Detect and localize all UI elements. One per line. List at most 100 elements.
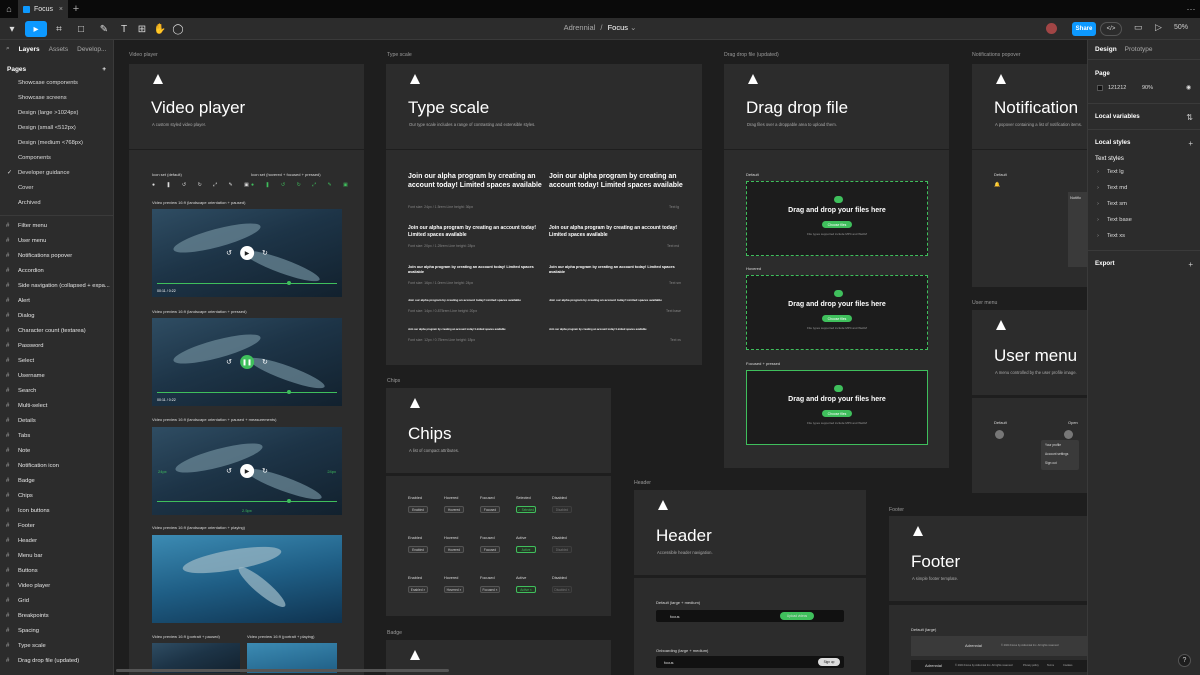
- layer-item[interactable]: # Username: [0, 369, 113, 384]
- layer-item[interactable]: # Header: [0, 534, 113, 549]
- chip[interactable]: Disabled ×: [552, 586, 572, 593]
- chip[interactable]: Focused ×: [480, 586, 500, 593]
- layer-item[interactable]: # Footer: [0, 519, 113, 534]
- layer-item[interactable]: # Details: [0, 414, 113, 429]
- sign-up-button[interactable]: Sign up: [818, 658, 840, 666]
- text-style-item[interactable]: Text md: [1088, 180, 1200, 196]
- layer-item[interactable]: # Badge: [0, 474, 113, 489]
- skip-forward-icon[interactable]: ↻: [262, 249, 268, 257]
- tab-assets[interactable]: Assets: [49, 46, 69, 53]
- frame-tool-icon[interactable]: ⌗: [50, 21, 68, 37]
- color-swatch[interactable]: [1097, 85, 1103, 91]
- drop-zone[interactable]: Drag and drop your files here Choose fil…: [746, 181, 928, 256]
- page-color-row[interactable]: 121212 90% ◉: [1088, 77, 1200, 99]
- layer-item[interactable]: # Video player: [0, 579, 113, 594]
- move-tool-icon[interactable]: ▸: [25, 21, 47, 37]
- footer-link[interactable]: Cookies: [1063, 664, 1072, 667]
- drag-drop-frame[interactable]: Default Drag and drop your files here Ch…: [724, 150, 949, 468]
- bell-icon[interactable]: 🔔: [994, 182, 1000, 188]
- footer-link[interactable]: Privacy policy: [1023, 664, 1039, 667]
- frame-label-user-menu[interactable]: User menu: [972, 300, 997, 306]
- layer-item[interactable]: # Multi-select: [0, 399, 113, 414]
- chip[interactable]: Hovered: [444, 546, 464, 553]
- dev-mode-toggle[interactable]: </>: [1100, 22, 1122, 36]
- layer-item[interactable]: # Character count (textarea): [0, 324, 113, 339]
- home-icon[interactable]: ⌂: [0, 0, 18, 18]
- user-hero-frame[interactable]: User menu A menu controlled by the user …: [972, 310, 1087, 395]
- frame-label-video-player[interactable]: Video player: [129, 52, 158, 58]
- drag-hero-frame[interactable]: Drag drop file Drag files over a droppab…: [724, 64, 949, 149]
- skip-forward-icon[interactable]: ↻: [262, 358, 268, 366]
- video-hero-frame[interactable]: Video player A custom styled video playe…: [129, 64, 364, 149]
- frame-label-drag-drop[interactable]: Drag drop file (updated): [724, 52, 779, 58]
- page-item[interactable]: Showcase screens: [0, 91, 113, 106]
- page-item[interactable]: Archived: [0, 196, 113, 211]
- page-item[interactable]: Components: [0, 151, 113, 166]
- menu-item[interactable]: Account settings: [1045, 452, 1068, 456]
- page-item[interactable]: Design (medium <768px): [0, 136, 113, 151]
- tab-layers[interactable]: Layers: [19, 46, 40, 53]
- page-item[interactable]: ✓ Developer guidance: [0, 166, 113, 181]
- skip-back-icon[interactable]: ↺: [226, 358, 232, 366]
- chip[interactable]: Hovered: [444, 506, 464, 513]
- search-icon[interactable]: ⌕: [6, 45, 10, 53]
- chip[interactable]: Active ×: [516, 586, 536, 593]
- present-icon[interactable]: ▷: [1155, 22, 1162, 33]
- frame-label-badge[interactable]: Badge: [387, 630, 402, 636]
- layer-item[interactable]: # Breakpoints: [0, 609, 113, 624]
- text-style-item[interactable]: Text sm: [1088, 196, 1200, 212]
- frame-label-chips[interactable]: Chips: [387, 378, 400, 384]
- layer-item[interactable]: # Type scale: [0, 639, 113, 654]
- video-preview[interactable]: ↺ ❚❚ ↻ 00:11 / 0:22: [152, 318, 342, 406]
- resources-tool-icon[interactable]: ⊞: [135, 21, 149, 37]
- layer-item[interactable]: # Note: [0, 444, 113, 459]
- header-frame[interactable]: Default (large + medium) focus Upload vi…: [634, 578, 866, 675]
- text-style-item[interactable]: Text xs: [1088, 228, 1200, 244]
- frame-label-footer[interactable]: Footer: [889, 507, 904, 513]
- pause-icon[interactable]: ❚❚: [240, 355, 254, 369]
- drop-zone[interactable]: Drag and drop your files here Choose fil…: [746, 370, 928, 445]
- avatar[interactable]: [995, 430, 1004, 439]
- text-tool-icon[interactable]: T: [117, 21, 131, 37]
- footer-frame[interactable]: Default (large) Adrennial © 2024 Focus b…: [889, 605, 1087, 675]
- layer-item[interactable]: # Alert: [0, 294, 113, 309]
- canvas[interactable]: Video player Video player A custom style…: [114, 40, 1087, 675]
- layer-item[interactable]: # Menu bar: [0, 549, 113, 564]
- video-preview[interactable]: ↺ ▶ ↻ 00:11 / 0:22: [152, 209, 342, 297]
- skip-forward-icon[interactable]: ↻: [262, 467, 268, 475]
- video-preview[interactable]: [152, 535, 342, 623]
- local-variables-title[interactable]: Local variables ⇅: [1088, 113, 1200, 122]
- page-color-hex[interactable]: 121212: [1108, 85, 1126, 91]
- chips-frame[interactable]: Enabled Enabled Hovered Hovered Focused Focus…: [386, 476, 611, 616]
- choose-files-button[interactable]: Choose files: [822, 410, 852, 417]
- chips-hero-frame[interactable]: Chips A list of compact attributes.: [386, 388, 611, 473]
- progress-bar[interactable]: [157, 390, 337, 394]
- more-icon[interactable]: ⋯: [1182, 4, 1200, 15]
- chip[interactable]: Enabled: [408, 506, 428, 513]
- play-icon[interactable]: ▶: [240, 246, 254, 260]
- eye-icon[interactable]: ◉: [1186, 84, 1191, 91]
- text-style-item[interactable]: Text lg: [1088, 164, 1200, 180]
- tab-develop[interactable]: Develop...: [77, 46, 106, 53]
- page-item[interactable]: Showcase components: [0, 76, 113, 91]
- settings-icon[interactable]: ⇅: [1186, 113, 1193, 122]
- layer-item[interactable]: # Search: [0, 384, 113, 399]
- page-item[interactable]: Cover: [0, 181, 113, 196]
- page-item[interactable]: Design (large >1024px): [0, 106, 113, 121]
- avatar[interactable]: [1046, 23, 1057, 34]
- close-icon[interactable]: ×: [59, 6, 63, 13]
- layer-item[interactable]: # Grid: [0, 594, 113, 609]
- layer-item[interactable]: # Spacing: [0, 624, 113, 639]
- chip[interactable]: Focused: [480, 506, 500, 513]
- layer-item[interactable]: # Notifications popover: [0, 249, 113, 264]
- upload-videos-button[interactable]: Upload videos: [780, 612, 814, 620]
- chip[interactable]: Focused: [480, 546, 500, 553]
- chip[interactable]: Disabled: [552, 546, 572, 553]
- notif-frame[interactable]: Default 🔔 Notific: [972, 150, 1087, 287]
- comment-tool-icon[interactable]: ◯: [171, 21, 185, 37]
- progress-bar[interactable]: [157, 499, 337, 503]
- layer-item[interactable]: # Dialog: [0, 309, 113, 324]
- tab-design[interactable]: Design: [1095, 46, 1117, 53]
- zoom-level[interactable]: 50%: [1174, 24, 1188, 31]
- add-style-icon[interactable]: +: [1188, 139, 1193, 148]
